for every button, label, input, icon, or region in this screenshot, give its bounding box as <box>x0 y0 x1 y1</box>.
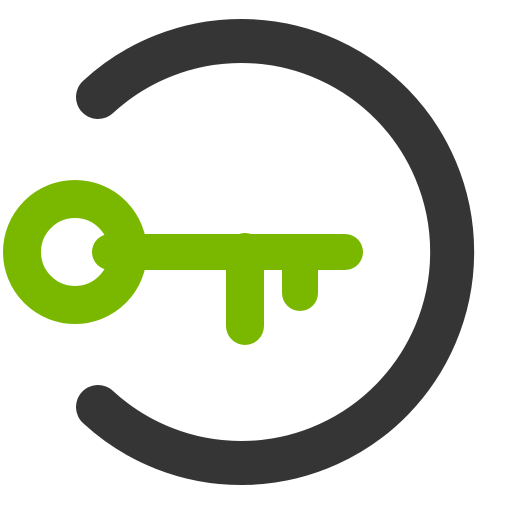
key-icon <box>3 180 363 345</box>
icon-canvas <box>0 0 512 512</box>
key-login-icon <box>3 19 475 485</box>
